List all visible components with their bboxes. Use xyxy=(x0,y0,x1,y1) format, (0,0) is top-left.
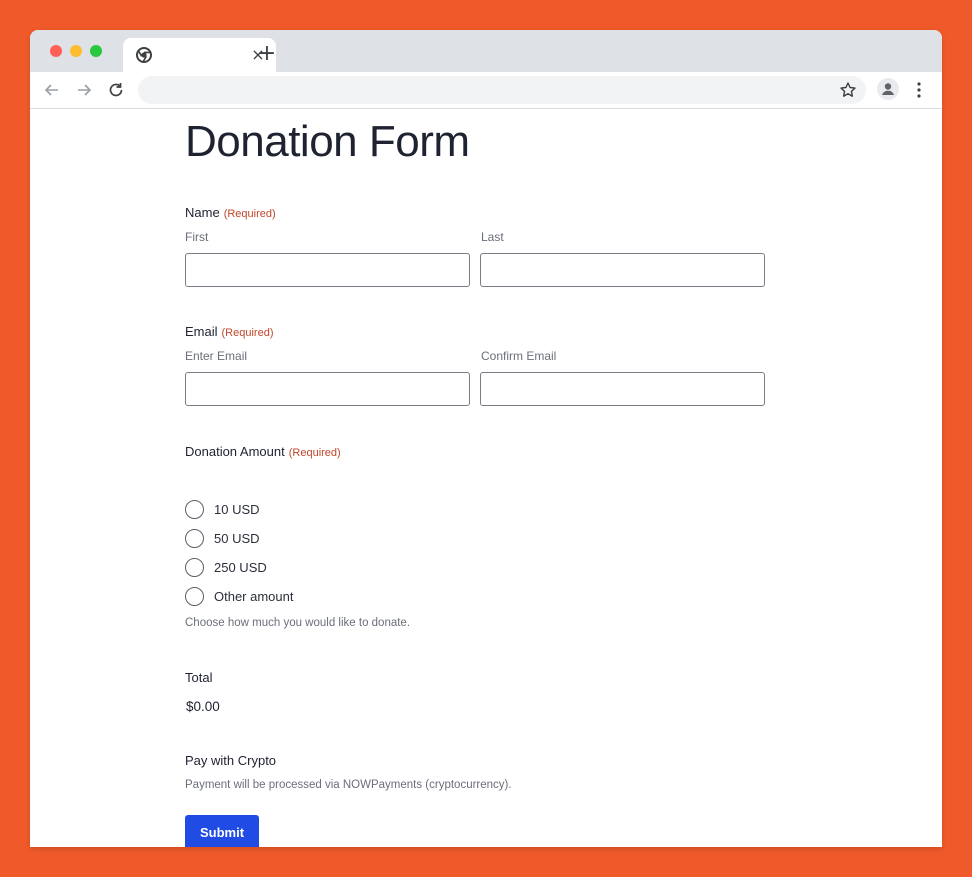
pay-with-crypto-label: Pay with Crypto xyxy=(185,753,277,768)
total-value: $0.00 xyxy=(186,699,220,714)
submit-button[interactable]: Submit xyxy=(185,815,259,847)
confirm-email-input[interactable] xyxy=(480,372,765,406)
donation-label-group: Donation Amount (Required) xyxy=(185,444,341,459)
bookmark-star-icon[interactable] xyxy=(839,81,857,99)
first-name-input[interactable] xyxy=(185,253,470,287)
radio-button[interactable] xyxy=(185,500,204,519)
chrome-icon xyxy=(136,47,152,63)
name-label-group: Name (Required) xyxy=(185,205,276,220)
email-input[interactable] xyxy=(185,372,470,406)
page-title: Donation Form xyxy=(185,117,470,166)
browser-window: × + Donation Form Name (Required) First … xyxy=(30,30,942,847)
last-name-label: Last xyxy=(481,230,504,244)
minimize-window-button[interactable] xyxy=(70,45,82,57)
person-icon xyxy=(882,83,894,95)
radio-label: 10 USD xyxy=(214,502,260,517)
reload-icon[interactable] xyxy=(105,79,127,101)
confirm-email-label: Confirm Email xyxy=(481,349,557,363)
radio-button[interactable] xyxy=(185,558,204,577)
radio-label: Other amount xyxy=(214,589,294,604)
maximize-window-button[interactable] xyxy=(90,45,102,57)
back-arrow-icon[interactable] xyxy=(41,79,63,101)
new-tab-button[interactable]: + xyxy=(256,43,278,65)
donation-help-text: Choose how much you would like to donate… xyxy=(185,617,411,629)
radio-label: 250 USD xyxy=(214,560,267,575)
page-content: Donation Form Name (Required) First Last … xyxy=(30,109,942,847)
enter-email-label: Enter Email xyxy=(185,349,248,363)
radio-button[interactable] xyxy=(185,587,204,606)
browser-toolbar xyxy=(30,72,942,109)
email-label-group: Email (Required) xyxy=(185,324,273,339)
required-indicator: (Required) xyxy=(288,447,341,459)
crypto-description: Payment will be processed via NOWPayment… xyxy=(185,779,512,791)
radio-button[interactable] xyxy=(185,529,204,548)
tab-bar: × + xyxy=(30,30,942,72)
forward-arrow-icon[interactable] xyxy=(73,79,95,101)
last-name-input[interactable] xyxy=(480,253,765,287)
browser-tab[interactable]: × xyxy=(123,38,276,72)
total-label: Total xyxy=(185,670,213,685)
close-window-button[interactable] xyxy=(50,45,62,57)
address-bar[interactable] xyxy=(138,76,866,104)
profile-avatar[interactable] xyxy=(877,78,899,100)
email-label: Email xyxy=(185,324,218,339)
kebab-menu-icon[interactable] xyxy=(912,80,926,100)
required-indicator: (Required) xyxy=(223,208,276,220)
donation-amount-label: Donation Amount xyxy=(185,444,285,459)
name-label: Name xyxy=(185,205,220,220)
first-name-label: First xyxy=(185,230,209,244)
radio-label: 50 USD xyxy=(214,531,260,546)
required-indicator: (Required) xyxy=(221,327,274,339)
